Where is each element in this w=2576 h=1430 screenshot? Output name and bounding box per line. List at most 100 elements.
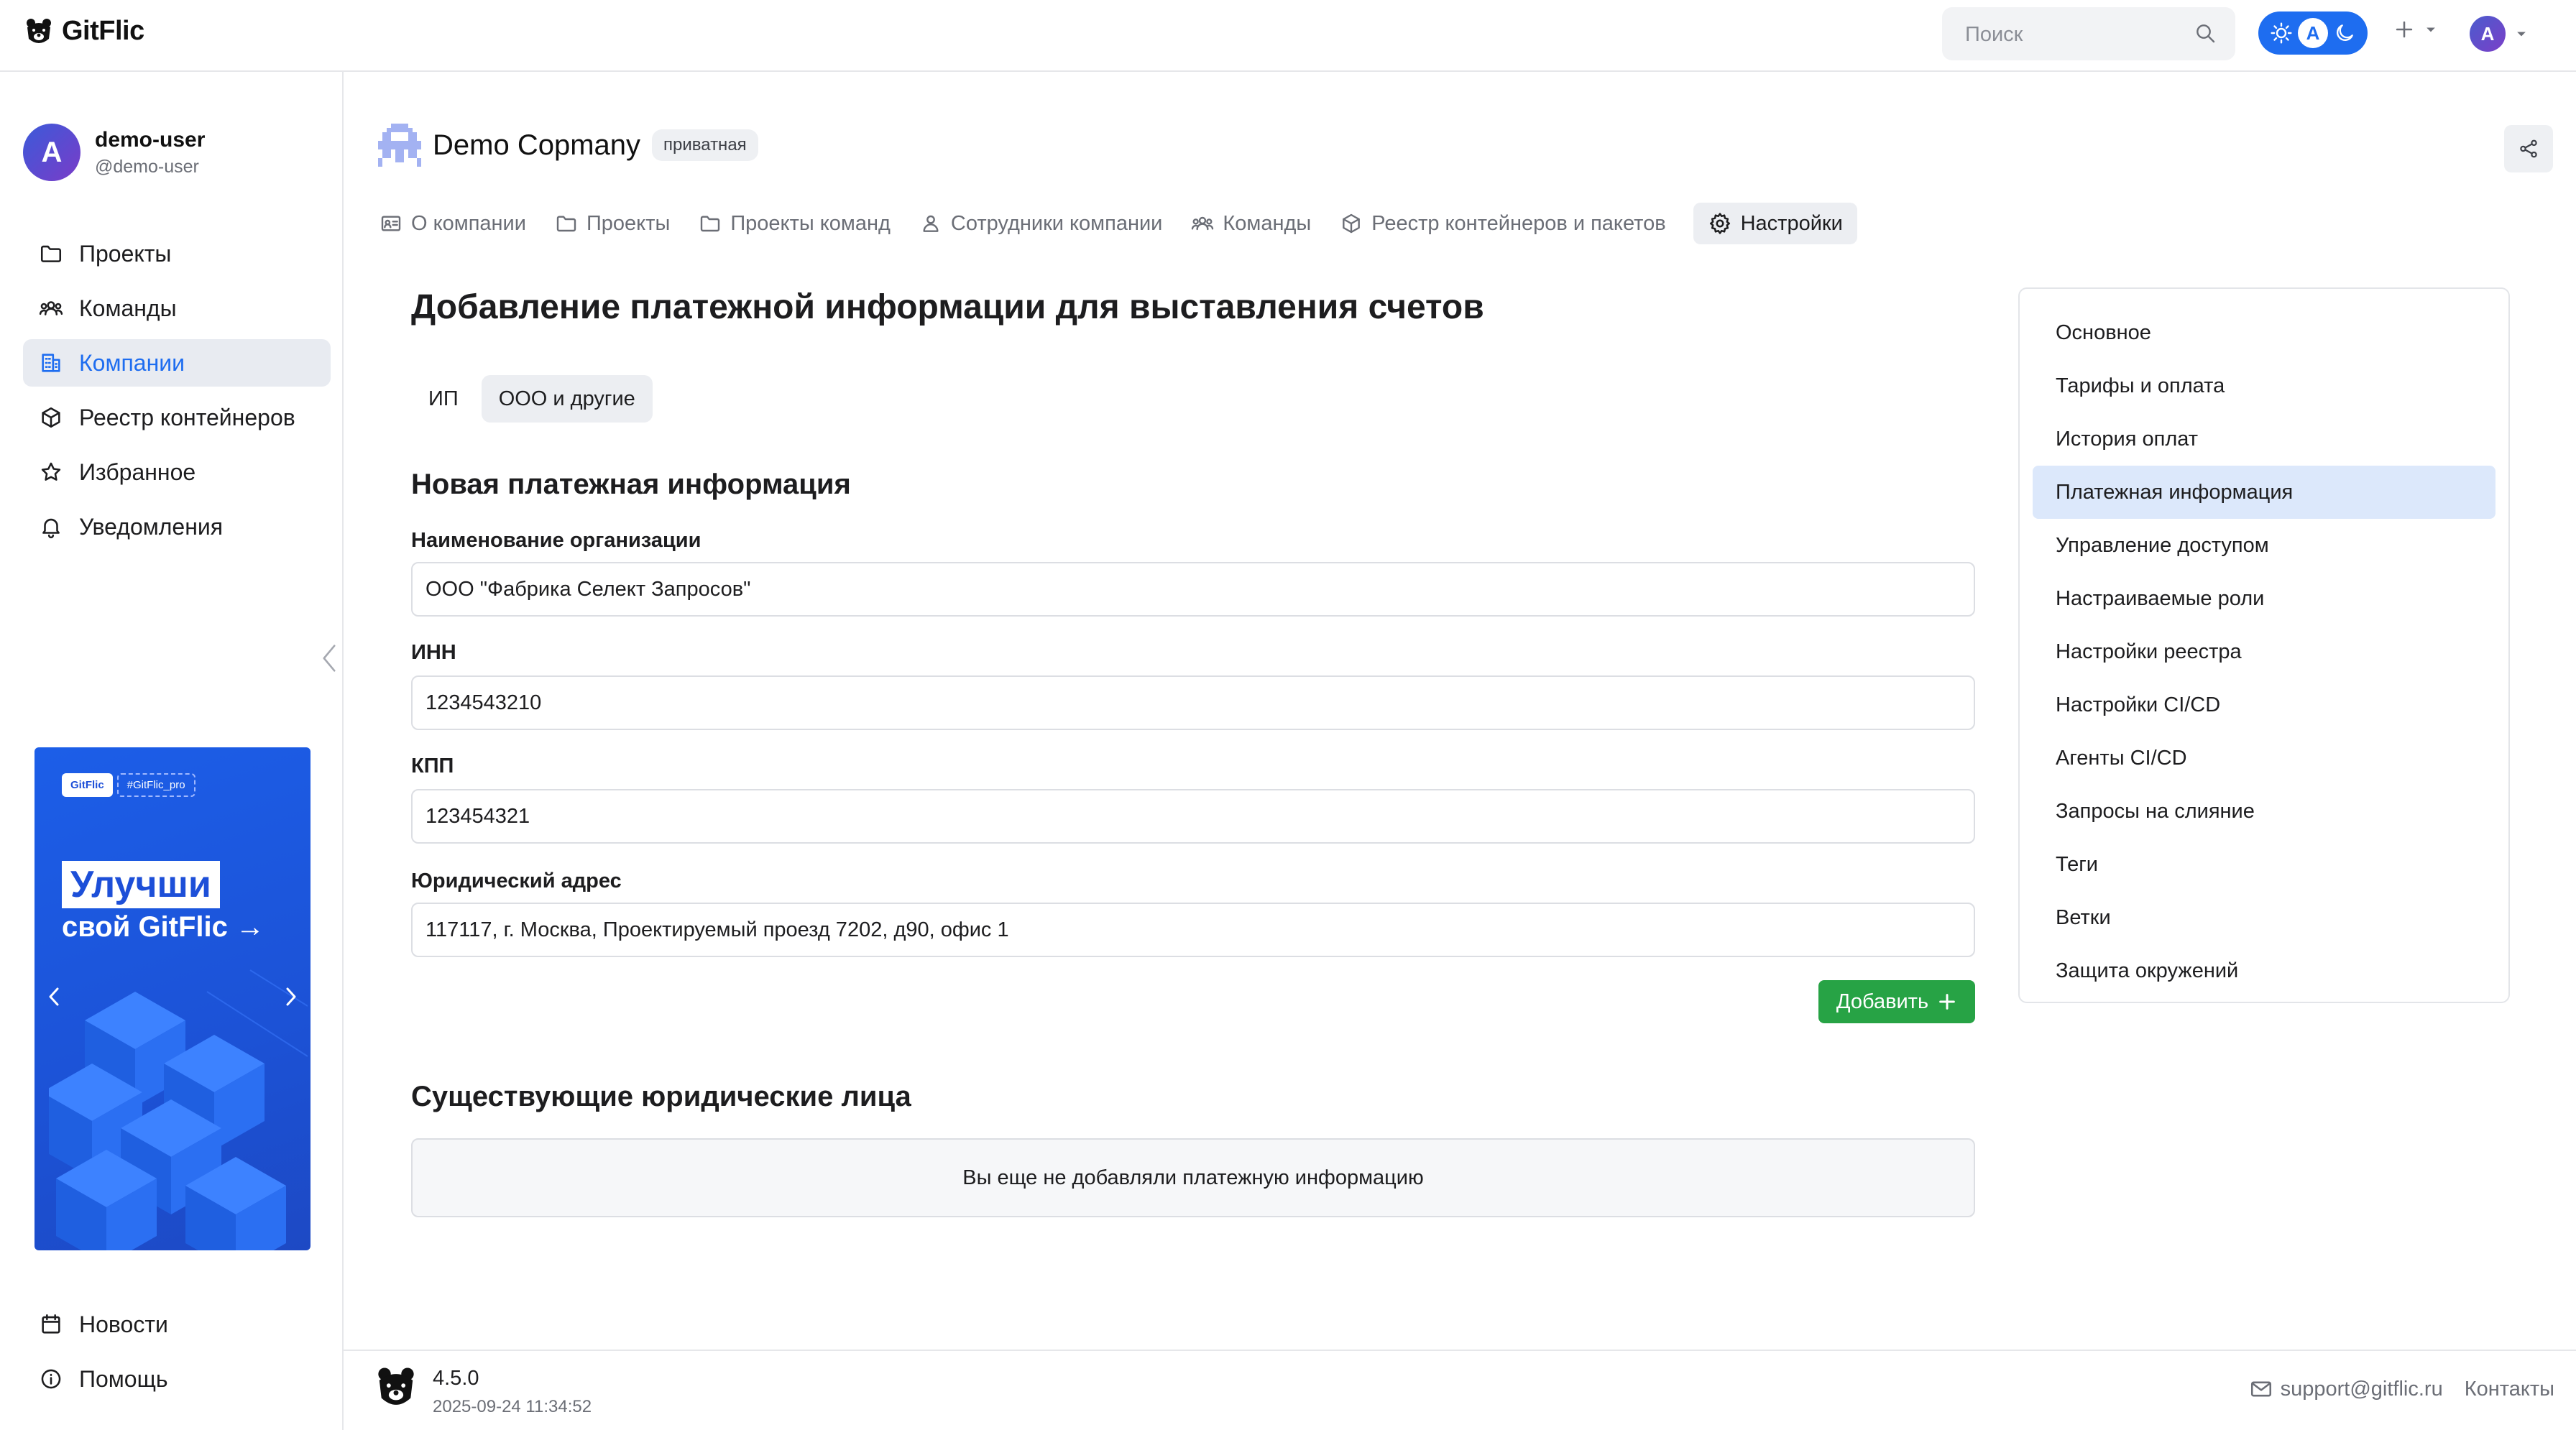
support-email: support@gitflic.ru: [2280, 1377, 2443, 1401]
star-icon: [39, 460, 63, 484]
org-name-label: Наименование организации: [411, 529, 702, 552]
settings-item-branches[interactable]: Ветки: [2033, 891, 2496, 944]
contacts-link[interactable]: Контакты: [2465, 1378, 2554, 1401]
inn-label: ИНН: [411, 641, 456, 664]
chevron-left-icon[interactable]: [46, 984, 62, 1009]
org-avatar-icon: [378, 124, 421, 167]
page-title: Добавление платежной информации для выст…: [411, 288, 1484, 326]
settings-item-payment-info[interactable]: Платежная информация: [2033, 466, 2496, 519]
settings-item-merge-requests[interactable]: Запросы на слияние: [2033, 785, 2496, 838]
settings-menu: Основное Тарифы и оплата История оплат П…: [2018, 287, 2510, 1003]
settings-item-cicd-agents[interactable]: Агенты CI/CD: [2033, 732, 2496, 785]
tab-llc-and-others[interactable]: ООО и другие: [481, 375, 653, 423]
address-field[interactable]: 117117, г. Москва, Проектируемый проезд …: [411, 903, 1975, 957]
theme-switcher[interactable]: A: [2258, 11, 2368, 55]
mail-icon: [2249, 1377, 2273, 1401]
logo[interactable]: GitFlic: [24, 16, 144, 47]
tab-team-projects[interactable]: Проекты команд: [697, 203, 892, 244]
settings-item-tags[interactable]: Теги: [2033, 838, 2496, 891]
tab-registry[interactable]: Реестр контейнеров и пакетов: [1338, 203, 1667, 244]
entity-type-tabs: ИП ООО и другие: [411, 375, 653, 423]
box-icon: [39, 405, 63, 430]
sidebar-item-help[interactable]: Помощь: [23, 1355, 331, 1403]
tab-projects[interactable]: Проекты: [553, 203, 671, 244]
tab-label: Проекты: [586, 211, 671, 235]
share-icon: [2518, 138, 2539, 160]
sun-icon[interactable]: [2266, 18, 2296, 48]
org-name-field[interactable]: ООО "Фабрика Селект Запросов": [411, 562, 1975, 617]
sidebar-item-favorites[interactable]: Избранное: [23, 448, 331, 496]
sidebar-item-label: Уведомления: [79, 513, 224, 540]
sidebar-item-notifications[interactable]: Уведомления: [23, 503, 331, 550]
settings-item-registry[interactable]: Настройки реестра: [2033, 625, 2496, 678]
info-icon: [39, 1367, 63, 1391]
top-bar: GitFlic Поиск A A: [0, 0, 2576, 72]
auto-theme-icon[interactable]: A: [2298, 18, 2328, 48]
promo-banner[interactable]: GitFlic #GitFlic_pro Улучши свой GitFlic…: [34, 747, 310, 1250]
avatar: A: [23, 124, 80, 181]
sidebar: A demo-user @demo-user Проекты Команды К…: [0, 72, 344, 1430]
search-box[interactable]: Поиск: [1942, 7, 2235, 60]
tab-individual-entrepreneur[interactable]: ИП: [411, 375, 476, 423]
sidebar-item-label: Избранное: [79, 458, 196, 485]
sidebar-item-projects[interactable]: Проекты: [23, 230, 331, 277]
tab-label: Проекты команд: [730, 211, 891, 235]
promo-brand: GitFlic: [62, 773, 113, 797]
footer-links: support@gitflic.ru Контакты: [2249, 1377, 2554, 1401]
search-input[interactable]: Поиск: [1965, 23, 2023, 47]
user-menu-button[interactable]: A: [2470, 16, 2529, 52]
sidebar-item-registry[interactable]: Реестр контейнеров: [23, 394, 331, 441]
calendar-icon: [39, 1312, 63, 1337]
plus-icon: [2392, 17, 2416, 42]
address-label: Юридический адрес: [411, 869, 622, 892]
settings-item-tariffs[interactable]: Тарифы и оплата: [2033, 359, 2496, 412]
collapse-sidebar-icon[interactable]: [316, 640, 342, 677]
promo-hashtag: #GitFlic_pro: [116, 773, 196, 797]
sidebar-item-label: Проекты: [79, 240, 172, 267]
tab-employees[interactable]: Сотрудники компании: [918, 203, 1164, 244]
settings-item-general[interactable]: Основное: [2033, 306, 2496, 359]
sidebar-item-teams[interactable]: Команды: [23, 285, 331, 332]
share-button[interactable]: [2504, 125, 2553, 172]
chevron-down-icon: [2424, 22, 2438, 37]
settings-item-cicd[interactable]: Настройки CI/CD: [2033, 678, 2496, 732]
folder-icon: [699, 212, 722, 235]
cubes-illustration: [49, 969, 308, 1250]
kpp-field[interactable]: 123454321: [411, 789, 1975, 844]
existing-entities-title: Существующие юридические лица: [411, 1081, 911, 1112]
sidebar-item-label: Помощь: [79, 1365, 168, 1392]
user-profile[interactable]: A demo-user @demo-user: [23, 124, 205, 181]
chevron-down-icon: [2514, 27, 2529, 41]
settings-item-access[interactable]: Управление доступом: [2033, 519, 2496, 572]
tab-label: Сотрудники компании: [950, 211, 1163, 235]
bear-logo-icon: [375, 1365, 417, 1410]
tab-settings[interactable]: Настройки: [1693, 203, 1857, 244]
building-icon: [39, 351, 63, 375]
sidebar-item-news[interactable]: Новости: [23, 1301, 331, 1348]
support-email-link[interactable]: support@gitflic.ru: [2249, 1377, 2443, 1401]
box-icon: [1340, 212, 1363, 235]
folder-icon: [39, 241, 63, 266]
promo-headline: Улучши: [62, 861, 220, 908]
tab-teams[interactable]: Команды: [1190, 203, 1312, 244]
add-button[interactable]: Добавить: [1818, 980, 1975, 1023]
sidebar-item-companies[interactable]: Компании: [23, 339, 331, 387]
form-title: Новая платежная информация: [411, 469, 851, 500]
settings-item-custom-roles[interactable]: Настраиваемые роли: [2033, 572, 2496, 625]
users-icon: [1191, 212, 1214, 235]
app-name: GitFlic: [62, 16, 144, 46]
empty-state: Вы еще не добавляли платежную информацию: [411, 1138, 1975, 1217]
id-card-icon: [380, 212, 402, 235]
search-icon[interactable]: [2194, 22, 2217, 45]
inn-field[interactable]: 1234543210: [411, 675, 1975, 730]
sidebar-item-label: Компании: [79, 349, 185, 376]
tab-about[interactable]: О компании: [378, 203, 528, 244]
create-menu-button[interactable]: [2392, 17, 2438, 42]
visibility-badge: приватная: [652, 129, 758, 161]
moon-icon[interactable]: [2329, 18, 2360, 48]
settings-item-payment-history[interactable]: История оплат: [2033, 412, 2496, 466]
settings-item-env-protection[interactable]: Защита окружений: [2033, 944, 2496, 997]
chevron-right-icon[interactable]: [283, 984, 299, 1009]
tab-label: О компании: [411, 211, 526, 235]
tab-label: Команды: [1223, 211, 1312, 235]
